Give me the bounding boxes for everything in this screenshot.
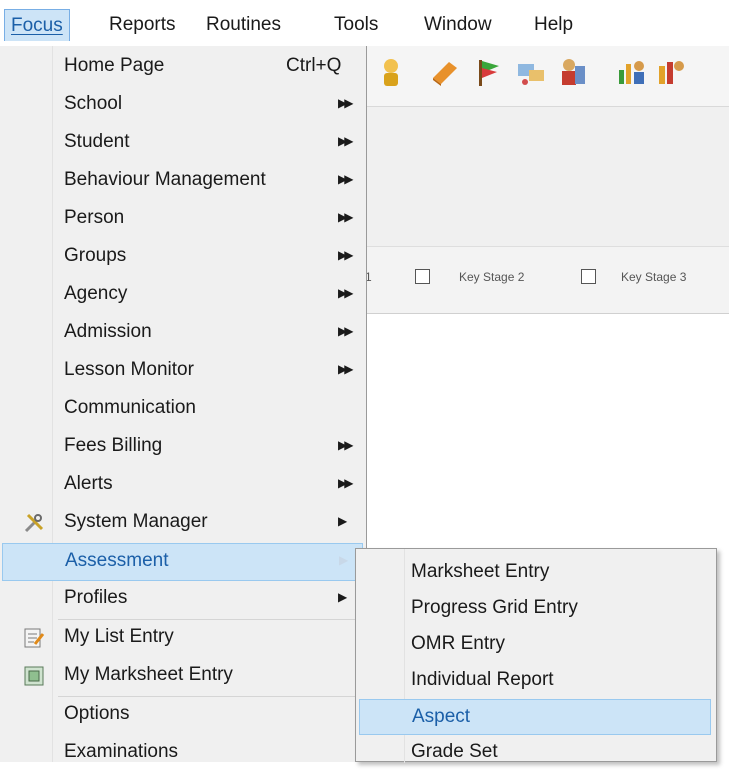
assessment-submenu: Marksheet Entry Progress Grid Entry OMR … (355, 548, 717, 763)
menu-tools-label: Tools (334, 14, 379, 35)
submenu-arrow-icon: ▶▶ (338, 172, 354, 186)
submenu-item-label: Aspect (412, 706, 471, 727)
menu-tools[interactable]: Tools (328, 9, 384, 41)
submenu-arrow-icon: ▶▶ (338, 96, 354, 110)
submenu-arrow-icon: ▶▶ (338, 362, 354, 376)
menu-item-label: Student (64, 131, 130, 152)
key-stage-3-label: Key Stage 3 (621, 270, 687, 284)
submenu-item-label: Individual Report (411, 669, 554, 690)
report-person-icon[interactable] (655, 56, 687, 88)
submenu-item-grade-set[interactable]: Grade Set (359, 735, 711, 771)
submenu-arrow-icon: ▶▶ (338, 210, 354, 224)
menu-item-my-marksheet-entry[interactable]: My Marksheet Entry (2, 658, 363, 696)
menu-item-my-list-entry[interactable]: My List Entry (2, 620, 363, 658)
submenu-item-label: Grade Set (411, 741, 498, 762)
person-icon[interactable] (375, 56, 407, 88)
menu-item-student[interactable]: Student ▶▶ (2, 125, 363, 163)
menu-item-label: Lesson Monitor (64, 359, 194, 380)
marksheet-icon (24, 666, 44, 686)
menu-help[interactable]: Help (528, 9, 579, 41)
chart-person-icon[interactable] (615, 56, 647, 88)
menu-item-label: System Manager (64, 511, 208, 532)
menu-help-label: Help (534, 14, 574, 35)
network-icon[interactable] (515, 56, 547, 88)
menu-routines-label: Routines (206, 14, 281, 35)
key-stage-2-label: Key Stage 2 (459, 270, 525, 284)
menu-item-label: Options (64, 703, 130, 724)
submenu-arrow-icon: ▶▶ (338, 286, 354, 300)
submenu-item-label: OMR Entry (411, 633, 505, 654)
submenu-item-label: Marksheet Entry (411, 561, 550, 582)
menu-item-groups[interactable]: Groups ▶▶ (2, 239, 363, 277)
submenu-arrow-icon: ▶▶ (338, 476, 354, 490)
menu-item-behaviour-management[interactable]: Behaviour Management ▶▶ (2, 163, 363, 201)
toolbar (365, 46, 729, 106)
menu-item-label: My Marksheet Entry (64, 664, 233, 685)
menu-item-shortcut: Ctrl+Q (286, 55, 342, 76)
menu-item-assessment[interactable]: Assessment ▶ (2, 543, 363, 581)
key-stage-3-checkbox[interactable] (581, 269, 596, 284)
menu-item-profiles[interactable]: Profiles ▶ (2, 581, 363, 619)
submenu-item-label: Progress Grid Entry (411, 597, 578, 618)
submenu-item-progress-grid-entry[interactable]: Progress Grid Entry (359, 591, 711, 627)
menu-item-fees-billing[interactable]: Fees Billing ▶▶ (2, 429, 363, 467)
menu-item-communication[interactable]: Communication (2, 391, 363, 429)
submenu-arrow-icon: ▶▶ (338, 324, 354, 338)
submenu-item-individual-report[interactable]: Individual Report (359, 663, 711, 699)
menu-item-lesson-monitor[interactable]: Lesson Monitor ▶▶ (2, 353, 363, 391)
menu-item-options[interactable]: Options (2, 697, 363, 735)
focus-dropdown-menu: Home Page Ctrl+Q School ▶▶ Student ▶▶ Be… (0, 46, 367, 762)
menu-item-label: Alerts (64, 473, 113, 494)
key-stage-bar: e 1 Key Stage 2 Key Stage 3 (355, 246, 729, 314)
menu-routines[interactable]: Routines (200, 9, 287, 41)
menu-item-agency[interactable]: Agency ▶▶ (2, 277, 363, 315)
menu-item-label: Profiles (64, 587, 128, 608)
menu-item-home-page[interactable]: Home Page Ctrl+Q (2, 49, 363, 87)
menu-item-label: School (64, 93, 123, 114)
menu-item-label: Examinations (64, 741, 179, 762)
menu-item-system-manager[interactable]: System Manager ▶ (2, 505, 363, 543)
menu-item-label: Communication (64, 397, 196, 418)
submenu-arrow-icon: ▶ (338, 514, 347, 528)
list-entry-icon (24, 628, 45, 648)
tools-icon (24, 513, 44, 533)
submenu-arrow-icon: ▶▶ (338, 134, 354, 148)
people-icon[interactable] (557, 56, 589, 88)
menu-item-label: Admission (64, 321, 152, 342)
menu-item-label: Person (64, 207, 125, 228)
submenu-arrow-icon: ▶▶ (338, 438, 354, 452)
menu-item-label: Agency (64, 283, 128, 304)
menu-bar: Focus Reports Routines Tools Window Help (0, 0, 729, 46)
content-panel (365, 106, 729, 247)
menu-item-examinations[interactable]: Examinations (2, 735, 363, 773)
menu-window[interactable]: Window (418, 9, 498, 41)
flag-icon[interactable] (473, 56, 505, 88)
submenu-arrow-icon: ▶▶ (338, 248, 354, 262)
menu-item-person[interactable]: Person ▶▶ (2, 201, 363, 239)
menu-focus[interactable]: Focus (4, 9, 70, 41)
menu-item-label: Assessment (65, 550, 169, 571)
book-icon[interactable] (429, 56, 461, 88)
menu-item-alerts[interactable]: Alerts ▶▶ (2, 467, 363, 505)
submenu-item-aspect[interactable]: Aspect (359, 699, 711, 735)
submenu-item-omr-entry[interactable]: OMR Entry (359, 627, 711, 663)
menu-focus-label: Focus (11, 15, 63, 36)
menu-item-label: Fees Billing (64, 435, 163, 456)
menu-item-label: Home Page (64, 55, 165, 76)
key-stage-2-checkbox[interactable] (415, 269, 430, 284)
menu-item-school[interactable]: School ▶▶ (2, 87, 363, 125)
menu-reports[interactable]: Reports (103, 9, 182, 41)
menu-reports-label: Reports (109, 14, 176, 35)
submenu-arrow-icon: ▶ (338, 590, 347, 604)
menu-item-label: Behaviour Management (64, 169, 266, 190)
menu-window-label: Window (424, 14, 492, 35)
menu-item-label: Groups (64, 245, 127, 266)
menu-item-label: My List Entry (64, 626, 174, 647)
menu-item-admission[interactable]: Admission ▶▶ (2, 315, 363, 353)
submenu-item-marksheet-entry[interactable]: Marksheet Entry (359, 555, 711, 591)
submenu-arrow-icon: ▶ (339, 553, 348, 567)
